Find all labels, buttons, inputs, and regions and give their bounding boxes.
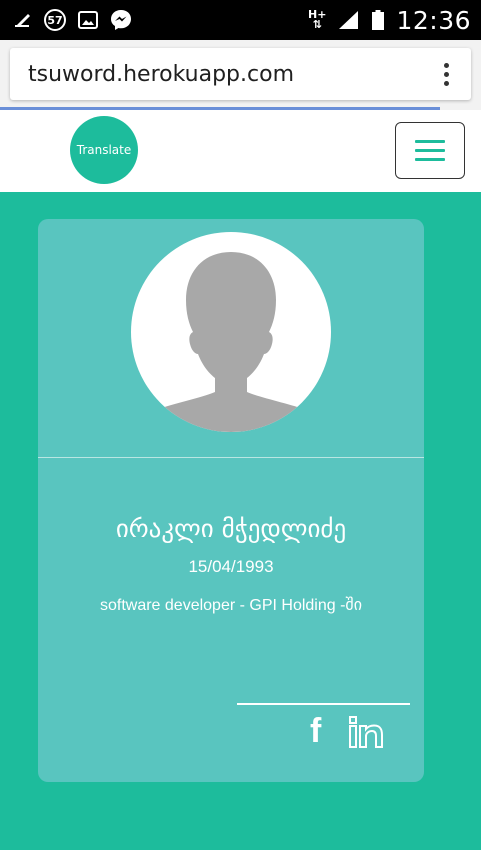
clock-time: 12:36 <box>396 5 471 35</box>
translate-logo[interactable]: Translate <box>70 116 138 184</box>
site-navbar: Translate <box>0 110 481 192</box>
facebook-icon[interactable]: f <box>310 713 334 749</box>
logo-text: Translate <box>76 143 132 157</box>
main-content: ირაკლი მჭედლიძე 15/04/1993 software deve… <box>0 192 481 850</box>
network-type-text: H+ <box>308 8 327 21</box>
profile-card: ირაკლი მჭედლიძე 15/04/1993 software deve… <box>38 219 424 782</box>
notification-icon <box>14 12 32 28</box>
image-icon <box>78 11 98 29</box>
hamburger-menu-button[interactable] <box>395 122 465 179</box>
profile-name: ირაკლი მჭედლიძე <box>115 514 347 543</box>
messenger-icon <box>110 9 132 31</box>
status-right-icons: H+ ⇅ 12:36 <box>308 6 471 35</box>
linkedin-icon[interactable] <box>349 716 387 748</box>
social-divider <box>237 703 410 705</box>
status-left-icons: 57 <box>14 9 132 31</box>
more-vert-icon[interactable] <box>438 57 455 92</box>
profile-birth-date: 15/04/1993 <box>188 557 274 576</box>
profile-occupation: software developer - GPI Holding -ში <box>99 597 362 614</box>
status-bar: 57 H+ ⇅ 12:36 <box>0 0 481 40</box>
hamburger-icon <box>415 140 445 143</box>
network-type-label: H+ ⇅ <box>308 8 327 31</box>
card-divider <box>38 457 424 458</box>
battery-saver-badge: 57 <box>44 9 66 31</box>
user-silhouette-icon <box>156 252 306 432</box>
address-bar[interactable]: tsuword.herokuapp.com <box>10 48 471 100</box>
browser-toolbar: tsuword.herokuapp.com <box>0 40 481 110</box>
battery-icon <box>372 10 385 30</box>
signal-icon <box>338 10 360 30</box>
avatar <box>131 232 331 432</box>
url-text[interactable]: tsuword.herokuapp.com <box>28 62 294 87</box>
